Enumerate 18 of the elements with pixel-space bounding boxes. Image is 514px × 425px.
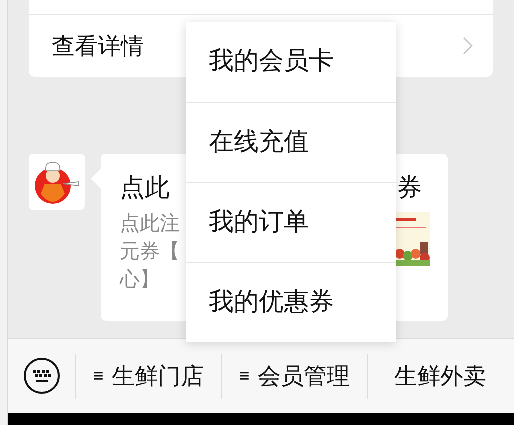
message-description: 心】 bbox=[120, 268, 161, 293]
popup-menu-item[interactable]: 我的优惠券 bbox=[186, 262, 396, 342]
menu-tab[interactable]: ≡ 会员管理 bbox=[221, 354, 367, 398]
popup-menu-item[interactable]: 我的会员卡 bbox=[186, 22, 396, 102]
keyboard-icon[interactable] bbox=[22, 357, 60, 395]
view-details-link[interactable]: 查看详情 bbox=[52, 28, 144, 64]
menu-tab[interactable]: ≡ 生鲜门店 bbox=[75, 354, 221, 398]
list-marker: ≡ bbox=[93, 364, 104, 388]
menu-tab[interactable]: 生鲜外卖 bbox=[367, 354, 513, 398]
popup-menu-item[interactable]: 我的订单 bbox=[186, 182, 396, 262]
message-title: 券 bbox=[397, 173, 422, 204]
popup-menu-item[interactable]: 在线充值 bbox=[186, 102, 396, 182]
message-description: 点此注 bbox=[120, 212, 180, 237]
message-description: 元券【 bbox=[120, 240, 180, 265]
chevron-right-icon bbox=[463, 37, 473, 55]
list-marker: ≡ bbox=[239, 364, 250, 388]
message-title: 点此 bbox=[120, 173, 170, 204]
logo-icon bbox=[29, 154, 85, 210]
